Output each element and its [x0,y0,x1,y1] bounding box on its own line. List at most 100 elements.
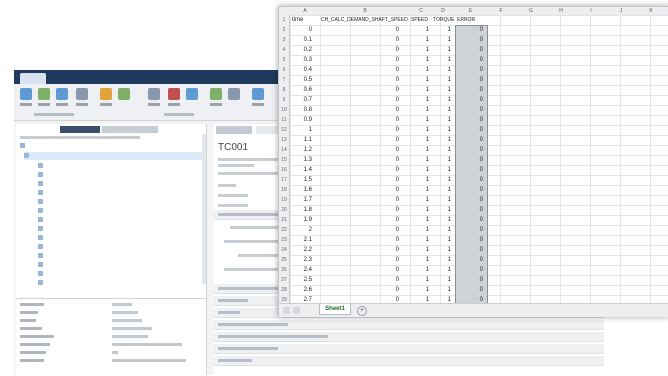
cell-speed[interactable]: 1 [411,135,429,145]
cell-time[interactable]: 0.2 [292,45,312,55]
cell-speed[interactable]: 1 [411,265,429,275]
row-number[interactable]: 13 [279,135,289,145]
cell-speed[interactable]: 1 [411,215,429,225]
cell-torque[interactable]: 1 [433,285,451,295]
cell-speed[interactable]: 1 [411,235,429,245]
ribbon-button-icon[interactable] [118,88,130,100]
cell-error[interactable]: 0 [457,85,483,95]
tree-filter-button[interactable] [60,126,100,133]
section-header[interactable] [214,356,604,366]
cell-time[interactable]: 0.9 [292,115,312,125]
row-number[interactable]: 21 [279,215,289,225]
cell-speed[interactable]: 1 [411,145,429,155]
cell-torque[interactable]: 1 [433,275,451,285]
scroll-right-icon[interactable] [293,307,300,314]
section-header[interactable] [214,320,604,330]
cell-time[interactable]: 0.6 [292,85,312,95]
app-ribbon-tab[interactable] [20,73,46,84]
cell-demand[interactable]: 0 [321,75,399,85]
row-number[interactable]: 23 [279,235,289,245]
cell-speed[interactable]: 1 [411,95,429,105]
cell-speed[interactable]: 1 [411,225,429,235]
header-cell-time[interactable]: time [292,15,320,25]
tree-item[interactable] [38,252,98,260]
ribbon-button-icon[interactable] [168,88,180,100]
column-header[interactable]: G [516,7,546,15]
header-cell-demand[interactable]: CH_CALC_DEMAND_SHAFT_SPEED [321,15,409,25]
cell-demand[interactable]: 0 [321,225,399,235]
cell-error[interactable]: 0 [457,265,483,275]
cell-time[interactable]: 0.4 [292,65,312,75]
tree-item-selected[interactable] [24,152,202,160]
cell-error[interactable]: 0 [457,25,483,35]
cell-error[interactable]: 0 [457,45,483,55]
cell-time[interactable]: 1.7 [292,195,312,205]
cell-demand[interactable]: 0 [321,245,399,255]
tree-item[interactable] [38,180,98,188]
cell-time[interactable]: 0.8 [292,105,312,115]
tree-item[interactable] [38,198,98,206]
cell-torque[interactable]: 1 [433,255,451,265]
cell-speed[interactable]: 1 [411,75,429,85]
row-number[interactable]: 14 [279,145,289,155]
column-header[interactable]: I [576,7,606,15]
cell-demand[interactable]: 0 [321,25,399,35]
tree-item[interactable] [38,270,98,278]
cell-demand[interactable]: 0 [321,215,399,225]
column-header[interactable]: F [486,7,516,15]
cell-demand[interactable]: 0 [321,205,399,215]
tree-item[interactable] [38,225,98,233]
row-number[interactable]: 3 [279,35,289,45]
section-header[interactable] [214,332,604,342]
cell-time[interactable]: 0.1 [292,35,312,45]
cell-error[interactable]: 0 [457,195,483,205]
cell-error[interactable]: 0 [457,35,483,45]
cell-demand[interactable]: 0 [321,195,399,205]
cell-error[interactable]: 0 [457,275,483,285]
cell-time[interactable]: 0.5 [292,75,312,85]
cell-torque[interactable]: 1 [433,225,451,235]
row-number[interactable]: 10 [279,105,289,115]
cell-torque[interactable]: 1 [433,65,451,75]
row-number[interactable]: 8 [279,85,289,95]
cell-torque[interactable]: 1 [433,35,451,45]
cell-speed[interactable]: 1 [411,195,429,205]
row-number[interactable]: 9 [279,95,289,105]
ribbon-button-icon[interactable] [186,88,198,100]
cell-speed[interactable]: 1 [411,55,429,65]
cell-error[interactable]: 0 [457,175,483,185]
cell-demand[interactable]: 0 [321,85,399,95]
cell-torque[interactable]: 1 [433,165,451,175]
add-sheet-icon[interactable]: + [357,306,367,316]
row-number[interactable]: 1 [279,15,289,25]
cell-demand[interactable]: 0 [321,275,399,285]
cell-torque[interactable]: 1 [433,195,451,205]
cell-torque[interactable]: 1 [433,155,451,165]
cell-error[interactable]: 0 [457,155,483,165]
cell-speed[interactable]: 1 [411,175,429,185]
column-header[interactable]: E [455,7,486,15]
cell-demand[interactable]: 0 [321,65,399,75]
cell-torque[interactable]: 1 [433,265,451,275]
header-cell-torque[interactable]: TORQUE [433,15,454,25]
cell-error[interactable]: 0 [457,105,483,115]
cell-error[interactable]: 0 [457,135,483,145]
cell-speed[interactable]: 1 [411,35,429,45]
cell-error[interactable]: 0 [457,125,483,135]
tree-item[interactable] [20,142,100,150]
cell-demand[interactable]: 0 [321,285,399,295]
scroll-left-icon[interactable] [283,307,290,314]
cell-time[interactable]: 2.6 [292,285,312,295]
row-number[interactable]: 5 [279,55,289,65]
section-header[interactable] [214,344,604,354]
cell-demand[interactable]: 0 [321,155,399,165]
cell-error[interactable]: 0 [457,95,483,105]
row-number[interactable]: 7 [279,75,289,85]
cell-time[interactable]: 0 [292,25,312,35]
column-header[interactable]: A [290,7,320,15]
cell-demand[interactable]: 0 [321,145,399,155]
cell-time[interactable]: 1.4 [292,165,312,175]
header-cell-speed[interactable]: SPEED [411,15,431,25]
cell-torque[interactable]: 1 [433,185,451,195]
row-number[interactable]: 22 [279,225,289,235]
